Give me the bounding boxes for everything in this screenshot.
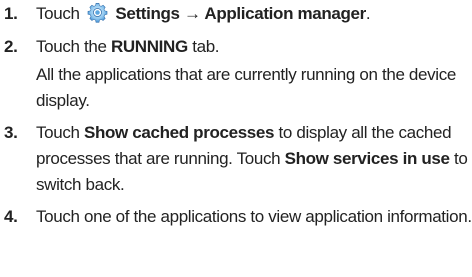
steps-list: 1. Touch Settings → Application manager. — [4, 1, 472, 230]
step-4: 4. Touch one of the applications to view… — [4, 204, 472, 230]
running-tab-label: RUNNING — [110, 37, 188, 56]
step-1: 1. Touch Settings → Application manager. — [4, 1, 472, 27]
step-2: 2. Touch the RUNNING tab. All the applic… — [4, 34, 472, 114]
step-text: Touch — [36, 123, 84, 142]
step-note: All the applications that are currently … — [36, 65, 456, 110]
settings-path: Settings → Application manager — [115, 4, 366, 23]
step-text-end: tab. — [187, 37, 220, 56]
step-text-end: . — [365, 4, 371, 23]
show-cached-processes-label: Show cached processes — [84, 123, 275, 142]
show-services-in-use-label: Show services in use — [284, 149, 450, 168]
step-text: Touch one of the applications to view ap… — [36, 207, 472, 226]
instruction-page: 1. Touch Settings → Application manager. — [0, 0, 472, 277]
step-number: 1. — [4, 4, 18, 23]
step-number: 3. — [4, 123, 18, 142]
settings-gear-icon — [87, 3, 108, 23]
step-text: Touch the — [36, 37, 111, 56]
step-number: 2. — [4, 37, 18, 56]
step-number: 4. — [4, 207, 18, 226]
step-text: Touch — [36, 4, 80, 23]
step-3: 3. Touch Show cached processes to displa… — [4, 120, 472, 198]
